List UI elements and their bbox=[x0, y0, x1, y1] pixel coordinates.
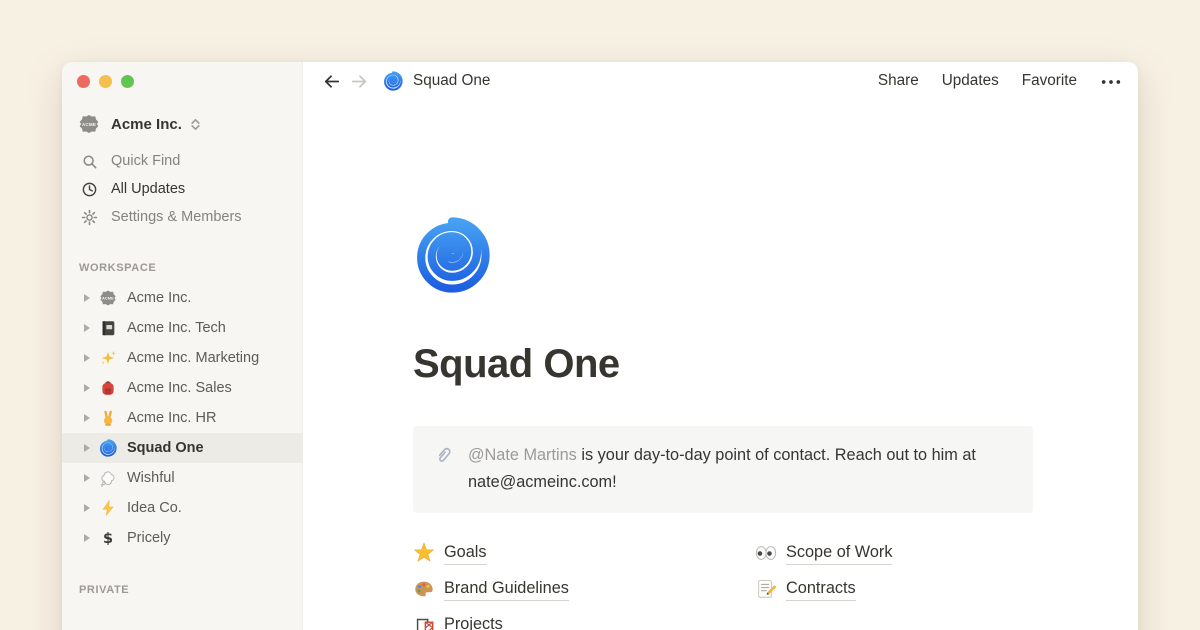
svg-text:$: $ bbox=[103, 531, 113, 547]
sidebar-page-pricely[interactable]: $ Pricely bbox=[62, 523, 302, 553]
sidebar-page-acme-inc[interactable]: Acme Inc. bbox=[62, 283, 302, 313]
topbar: Squad One Share Updates Favorite bbox=[303, 62, 1138, 100]
expand-toggle-icon[interactable] bbox=[84, 414, 90, 422]
page-label: Acme Inc. Tech bbox=[127, 320, 226, 336]
main-area: Squad One Share Updates Favorite Squad O… bbox=[303, 62, 1138, 630]
page-link-contracts[interactable]: Contracts bbox=[755, 577, 1033, 601]
search-icon bbox=[81, 153, 98, 170]
expand-toggle-icon[interactable] bbox=[84, 324, 90, 332]
palette-icon bbox=[413, 578, 435, 600]
thought-balloon-icon bbox=[99, 469, 117, 487]
page-label: Pricely bbox=[127, 530, 171, 546]
share-button[interactable]: Share bbox=[878, 72, 919, 90]
lightning-icon bbox=[99, 499, 117, 517]
sidebar-item-settings-members[interactable]: Settings & Members bbox=[62, 203, 302, 231]
arrow-left-icon bbox=[322, 72, 341, 91]
cyclone-icon bbox=[99, 439, 117, 457]
workspace-switcher[interactable]: Acme Inc. bbox=[78, 110, 302, 138]
sidebar: Acme Inc. Quick Find All Updates bbox=[62, 62, 303, 630]
page-link-label: Contracts bbox=[786, 577, 856, 601]
private-section-label: PRIVATE bbox=[79, 584, 302, 596]
workspace-switcher-label: Acme Inc. bbox=[111, 116, 182, 133]
close-window-button[interactable] bbox=[77, 75, 90, 88]
star-icon bbox=[413, 542, 435, 564]
notebook-icon bbox=[99, 319, 117, 337]
expand-toggle-icon[interactable] bbox=[84, 534, 90, 542]
sidebar-item-label: All Updates bbox=[111, 181, 185, 197]
page-label: Acme Inc. HR bbox=[127, 410, 216, 426]
cyclone-icon bbox=[383, 71, 403, 91]
sidebar-page-acme-tech[interactable]: Acme Inc. Tech bbox=[62, 313, 302, 343]
expand-toggle-icon[interactable] bbox=[84, 384, 90, 392]
forward-button[interactable] bbox=[350, 72, 369, 91]
page-link-brand-guidelines[interactable]: Brand Guidelines bbox=[413, 577, 755, 601]
sidebar-page-squad-one[interactable]: Squad One bbox=[62, 433, 302, 463]
expand-toggle-icon[interactable] bbox=[84, 354, 90, 362]
sidebar-page-acme-sales[interactable]: Acme Inc. Sales bbox=[62, 373, 302, 403]
page-link-label: Projects bbox=[444, 613, 503, 630]
callout-text: @Nate Martins is your day-to-day point o… bbox=[468, 442, 1013, 496]
page-label: Acme Inc. bbox=[127, 290, 191, 306]
app-window: Acme Inc. Quick Find All Updates bbox=[62, 62, 1138, 630]
chevron-updown-icon bbox=[188, 117, 203, 132]
back-button[interactable] bbox=[322, 72, 341, 91]
acme-badge-icon bbox=[78, 113, 100, 135]
sidebar-page-acme-marketing[interactable]: Acme Inc. Marketing bbox=[62, 343, 302, 373]
sidebar-page-acme-hr[interactable]: Acme Inc. HR bbox=[62, 403, 302, 433]
page-link-scope-of-work[interactable]: Scope of Work bbox=[755, 541, 1033, 565]
workspace-tree: Acme Inc. Acme Inc. Tech Acme Inc. Marke… bbox=[62, 283, 302, 553]
page-label: Wishful bbox=[127, 470, 175, 486]
page-link-projects[interactable]: Projects bbox=[413, 613, 755, 630]
sidebar-page-idea-co[interactable]: Idea Co. bbox=[62, 493, 302, 523]
dollar-icon: $ bbox=[99, 529, 117, 547]
paperclip-icon bbox=[432, 444, 455, 467]
sidebar-item-label: Quick Find bbox=[111, 153, 180, 169]
page-content: Squad One @Nate Martins is your day-to-d… bbox=[303, 100, 1138, 630]
page-title[interactable]: Squad One bbox=[413, 341, 1138, 388]
page-label: Acme Inc. Marketing bbox=[127, 350, 259, 366]
person-mention[interactable]: @Nate Martins bbox=[468, 446, 577, 464]
expand-toggle-icon[interactable] bbox=[84, 444, 90, 452]
breadcrumb-page-title[interactable]: Squad One bbox=[413, 72, 490, 90]
page-link-label: Brand Guidelines bbox=[444, 577, 569, 601]
minimize-window-button[interactable] bbox=[99, 75, 112, 88]
expand-toggle-icon[interactable] bbox=[84, 294, 90, 302]
memo-icon bbox=[755, 578, 777, 600]
page-link-goals[interactable]: Goals bbox=[413, 541, 755, 565]
workspace-section-label: WORKSPACE bbox=[79, 262, 302, 274]
sparkles-icon bbox=[99, 349, 117, 367]
page-label: Acme Inc. Sales bbox=[127, 380, 232, 396]
callout-block[interactable]: @Nate Martins is your day-to-day point o… bbox=[413, 426, 1033, 513]
page-label: Idea Co. bbox=[127, 500, 182, 516]
page-links-grid: Goals Scope of Work Brand Guidelines bbox=[413, 541, 1138, 630]
zoom-window-button[interactable] bbox=[121, 75, 134, 88]
topbar-actions: Share Updates Favorite bbox=[878, 72, 1122, 90]
page-label: Squad One bbox=[127, 440, 204, 456]
expand-toggle-icon[interactable] bbox=[84, 504, 90, 512]
expand-toggle-icon[interactable] bbox=[84, 474, 90, 482]
backpack-icon bbox=[99, 379, 117, 397]
arrow-right-icon bbox=[350, 72, 369, 91]
page-link-label: Scope of Work bbox=[786, 541, 892, 565]
updates-button[interactable]: Updates bbox=[942, 72, 999, 90]
gear-icon bbox=[81, 209, 98, 226]
sidebar-item-label: Settings & Members bbox=[111, 209, 242, 225]
construction-icon bbox=[413, 614, 435, 630]
sidebar-item-all-updates[interactable]: All Updates bbox=[62, 175, 302, 203]
traffic-lights bbox=[62, 62, 302, 88]
sidebar-item-quick-find[interactable]: Quick Find bbox=[62, 147, 302, 175]
page-link-label: Goals bbox=[444, 541, 487, 565]
more-options-button[interactable] bbox=[1100, 76, 1122, 86]
victory-hand-icon bbox=[99, 409, 117, 427]
sidebar-menu: Quick Find All Updates Settings & Member… bbox=[62, 147, 302, 231]
favorite-button[interactable]: Favorite bbox=[1022, 72, 1077, 90]
sidebar-page-wishful[interactable]: Wishful bbox=[62, 463, 302, 493]
page-cyclone-icon[interactable] bbox=[413, 216, 491, 294]
eyes-icon bbox=[755, 542, 777, 564]
clock-icon bbox=[81, 181, 98, 198]
acme-badge-icon bbox=[99, 289, 117, 307]
ellipsis-icon bbox=[1100, 78, 1122, 86]
